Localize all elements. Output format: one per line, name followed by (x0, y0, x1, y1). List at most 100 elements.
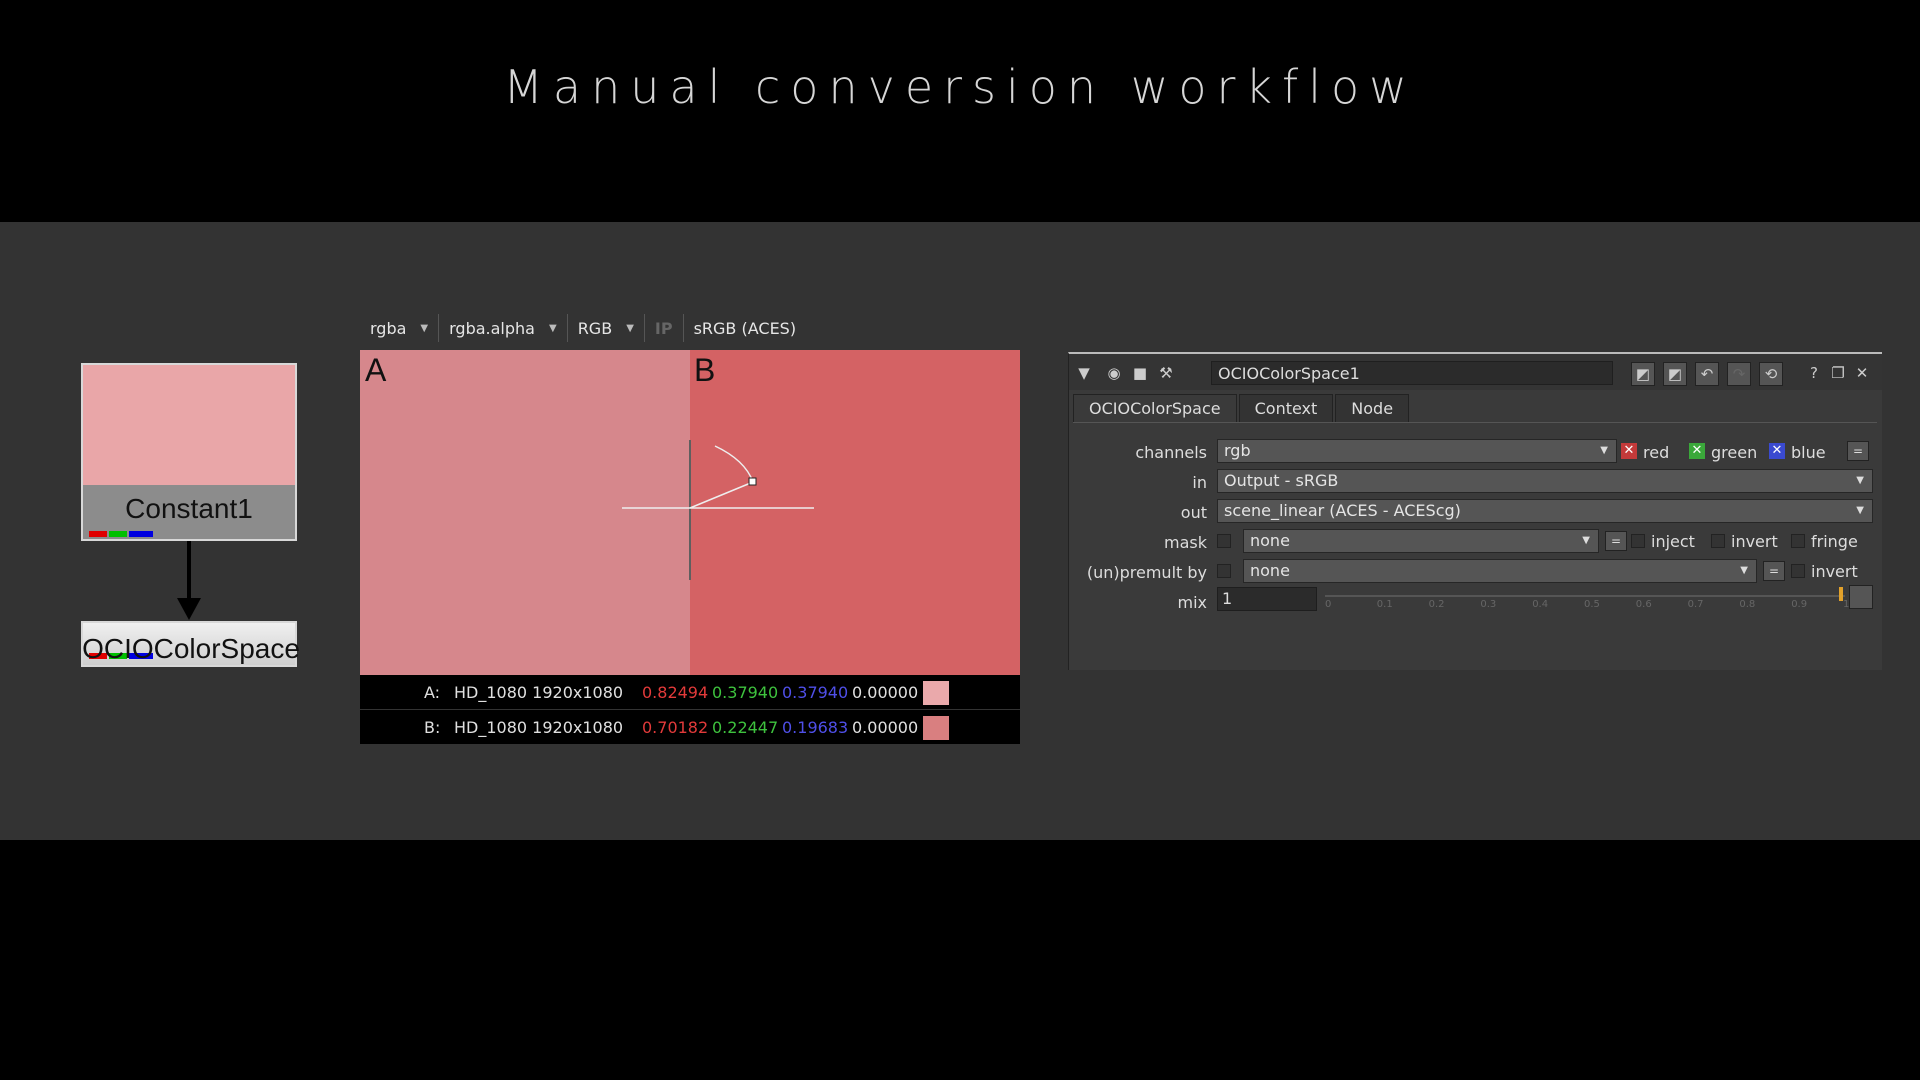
wrench-icon[interactable]: ⚒ (1155, 362, 1177, 384)
in-label: in (1192, 473, 1207, 492)
chevron-down-icon: ▼ (1740, 565, 1748, 576)
center-icon[interactable]: ◉ (1103, 362, 1125, 384)
unpremult-checkbox[interactable] (1217, 564, 1231, 578)
revert-icon[interactable]: ⟲ (1759, 362, 1783, 386)
mix-slider-handle[interactable] (1839, 587, 1843, 601)
mix-tick-label: 0.2 (1428, 599, 1445, 610)
fringe-checkbox[interactable] (1791, 534, 1805, 548)
info-a-color-swatch (923, 681, 949, 705)
wipe-handle[interactable] (360, 350, 1020, 675)
info-b-blue: 0.19683 (782, 718, 849, 737)
pixel-info-row-a: A: HD_1080 1920x1080 0.82494 0.37940 0.3… (360, 675, 1020, 709)
inject-checkbox[interactable] (1631, 534, 1645, 548)
node-connection-line[interactable] (187, 541, 191, 605)
tab-ociocolorspace[interactable]: OCIOColorSpace (1073, 394, 1237, 423)
channels-value: rgb (1224, 441, 1251, 460)
tab-context[interactable]: Context (1238, 394, 1334, 423)
layer-dropdown[interactable]: rgba ▼ (360, 314, 440, 342)
layer-dropdown-value: rgba (370, 318, 407, 338)
chevron-down-icon: ▼ (626, 322, 634, 334)
mix-tick-label: 0.8 (1739, 599, 1756, 610)
input-a-icon[interactable]: ◩ (1631, 362, 1655, 386)
ip-toggle-button[interactable]: IP (645, 314, 684, 342)
fringe-label: fringe (1811, 532, 1858, 551)
undo-icon[interactable]: ↶ (1695, 362, 1719, 386)
unpremult-dropdown[interactable]: none ▼ (1243, 559, 1757, 583)
viewer-toolbar: rgba ▼ rgba.alpha ▼ RGB ▼ IP sRGB (ACES) (360, 312, 806, 344)
info-b-color-swatch (923, 716, 949, 740)
node-name-field[interactable]: OCIOColorSpace1 (1211, 361, 1613, 385)
unpremult-link-button[interactable]: = (1763, 561, 1785, 581)
wipe-rotate-line (689, 481, 754, 509)
mask-invert-checkbox[interactable] (1711, 534, 1725, 548)
info-a-red: 0.82494 (642, 683, 709, 702)
properties-tabs: OCIOColorSpace Context Node (1073, 394, 1411, 423)
display-channels-dropdown[interactable]: RGB ▼ (568, 314, 645, 342)
blue-channel-checkbox[interactable]: ✕ (1769, 443, 1785, 459)
out-colorspace-dropdown[interactable]: scene_linear (ACES - ACEScg) ▼ (1217, 499, 1873, 523)
chevron-down-icon: ▼ (548, 322, 557, 334)
float-icon[interactable]: ❐ (1827, 362, 1849, 384)
properties-toolbar: ▼ ◉ ■ ⚒ OCIOColorSpace1 ◩ ◩ ↶ ↷ ⟲ ? ❐ ✕ (1069, 354, 1882, 390)
chevron-down-icon: ▼ (1600, 445, 1608, 456)
animation-curve-button[interactable] (1849, 585, 1873, 609)
alpha-dropdown[interactable]: rgba.alpha ▼ (439, 314, 568, 342)
viewer-lut-value: sRGB (ACES) (693, 318, 797, 338)
chevron-down-icon: ▼ (1856, 475, 1864, 486)
mix-tick-label: 0 (1325, 599, 1332, 610)
pixel-info-row-b: B: HD_1080 1920x1080 0.70182 0.22447 0.1… (360, 709, 1020, 744)
wipe-arc (714, 445, 754, 483)
in-colorspace-value: Output - sRGB (1224, 471, 1339, 490)
mix-input[interactable]: 1 (1217, 587, 1317, 611)
unpremult-invert-label: invert (1811, 562, 1858, 581)
collapse-icon[interactable]: ▼ (1073, 362, 1095, 384)
constant-node-thumbnail (83, 365, 295, 485)
mix-tick-label: 0.1 (1376, 599, 1393, 610)
input-b-icon[interactable]: ◩ (1663, 362, 1687, 386)
slide-title: Manual conversion workflow (503, 60, 1417, 114)
mask-link-button[interactable]: = (1605, 531, 1627, 551)
red-channel-bar (89, 531, 107, 537)
mix-tick-label: 0.9 (1791, 599, 1808, 610)
out-colorspace-value: scene_linear (ACES - ACEScg) (1224, 501, 1461, 520)
info-a-format: HD_1080 1920x1080 (454, 683, 624, 702)
mask-dropdown[interactable]: none ▼ (1243, 529, 1599, 553)
out-label: out (1180, 503, 1207, 522)
viewer-lut-dropdown[interactable]: sRGB (ACES) (684, 314, 807, 342)
viewer-canvas[interactable]: A B (360, 350, 1020, 675)
redo-icon[interactable]: ↷ (1727, 362, 1751, 386)
info-a-blue: 0.37940 (782, 683, 849, 702)
tab-node[interactable]: Node (1335, 394, 1410, 423)
connection-arrow-icon (177, 598, 201, 620)
info-b-green: 0.22447 (712, 718, 779, 737)
help-icon[interactable]: ? (1803, 362, 1825, 384)
green-channel-bar (109, 531, 127, 537)
mix-slider-track[interactable] (1325, 595, 1845, 597)
channels-link-button[interactable]: = (1847, 441, 1869, 461)
constant-node-label: Constant1 (125, 493, 253, 524)
chevron-down-icon: ▼ (1582, 535, 1590, 546)
green-channel-label: green (1711, 443, 1758, 462)
mask-invert-label: invert (1731, 532, 1778, 551)
in-colorspace-dropdown[interactable]: Output - sRGB ▼ (1217, 469, 1873, 493)
constant-node[interactable]: Constant1 (81, 363, 297, 541)
properties-tab-body: channels rgb ▼ ✕ red ✕ green ✕ blue = in… (1073, 422, 1877, 663)
mix-label: mix (1177, 593, 1208, 612)
camera-icon[interactable]: ■ (1129, 362, 1151, 384)
close-icon[interactable]: ✕ (1851, 362, 1873, 384)
chevron-down-icon: ▼ (1856, 505, 1864, 516)
mix-tick-label: 0.4 (1532, 599, 1549, 610)
mix-tick-label: 0.3 (1480, 599, 1497, 610)
channels-dropdown[interactable]: rgb ▼ (1217, 439, 1617, 463)
unpremult-invert-checkbox[interactable] (1791, 564, 1805, 578)
info-a-green: 0.37940 (712, 683, 779, 702)
blue-channel-label: blue (1791, 443, 1826, 462)
mask-checkbox[interactable] (1217, 534, 1231, 548)
info-a-alpha: 0.00000 (852, 683, 919, 702)
blue-channel-bar (129, 531, 153, 537)
green-channel-checkbox[interactable]: ✕ (1689, 443, 1705, 459)
ociocolorspace-node[interactable]: OCIOColorSpace (81, 621, 300, 667)
red-channel-checkbox[interactable]: ✕ (1621, 443, 1637, 459)
info-b-red: 0.70182 (642, 718, 709, 737)
mix-tick-label: 0.5 (1584, 599, 1600, 610)
